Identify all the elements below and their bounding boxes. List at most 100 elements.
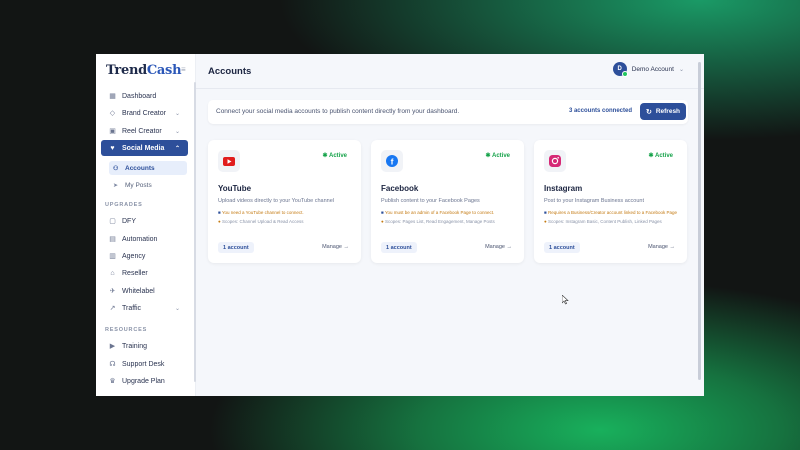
check-circle-icon: ✱ (648, 153, 654, 159)
connected-count: 3 accounts connected (568, 108, 632, 114)
refresh-button[interactable]: ↻ Refresh (640, 103, 686, 120)
key-icon: ● (218, 219, 221, 224)
sidebar-item-label: My Posts (125, 181, 152, 189)
sidebar-item-training[interactable]: ▶ Training (101, 338, 188, 354)
account-count-badge: 1 account (218, 242, 254, 253)
window-scrollbar[interactable] (698, 62, 701, 380)
tag-icon: ◇ (109, 110, 116, 117)
sidebar-item-label: Automation (122, 235, 158, 243)
manage-link[interactable]: Manage → (322, 244, 349, 250)
trending-icon: ↗ (109, 305, 116, 312)
sidebar-subitem-accounts[interactable]: ⚇ Accounts (109, 161, 187, 175)
platform-card-instagram: ✱ Active Instagram Post to your Instagra… (534, 140, 687, 263)
account-name: Demo Account (631, 65, 674, 73)
card-scopes: ● Scopes: Channel Upload & Read Access (218, 219, 304, 224)
crown-icon: ♛ (109, 378, 116, 385)
sidebar-item-upgrade-plan[interactable]: ♛ Upgrade Plan (101, 373, 188, 389)
key-icon: ● (544, 219, 547, 224)
info-banner: Connect your social media accounts to pu… (208, 100, 688, 124)
status-badge: ✱ Active (485, 153, 511, 159)
section-label-upgrades: UPGRADES (105, 202, 143, 208)
sidebar-item-reseller[interactable]: ⌂ Reseller (101, 265, 188, 281)
sidebar-item-label: Brand Creator (122, 109, 166, 117)
sidebar-item-label: DFY (122, 217, 136, 225)
svg-text:f: f (391, 156, 394, 166)
refresh-icon: ↻ (645, 108, 652, 116)
headset-icon: ☊ (109, 361, 116, 368)
header-divider (196, 88, 704, 89)
sidebar-item-label: Accounts (125, 164, 155, 172)
card-note: ■ Requires a Business/Creator account li… (544, 210, 678, 215)
send-icon: ➤ (113, 182, 119, 189)
status-badge: ✱ Active (648, 153, 674, 159)
info-icon: ■ (218, 210, 221, 215)
card-scopes: ● Scopes: Instagram Basic, Content Publi… (544, 219, 662, 224)
grid-icon: ▦ (109, 93, 116, 100)
check-circle-icon: ✱ (485, 153, 491, 159)
card-note: ■ You must be an admin of a Facebook Pag… (381, 210, 495, 215)
chevron-up-icon: ⌃ (174, 145, 180, 152)
account-count-badge: 1 account (544, 242, 580, 253)
card-note: ■ You need a YouTube channel to connect. (218, 210, 304, 215)
sidebar-item-label: Support Desk (122, 360, 165, 368)
heart-icon: ♥ (110, 144, 115, 152)
page-title: Accounts (208, 66, 252, 77)
avatar: D (612, 62, 628, 77)
chevron-down-icon: ⌄ (174, 128, 180, 135)
brand-logo[interactable]: TrendCash (106, 63, 182, 78)
sidebar: TrendCash ≡ ▦ Dashboard ◇ Brand Creator … (96, 54, 196, 396)
sidebar-item-dfy[interactable]: ▢ DFY (101, 213, 188, 229)
sidebar-item-agency[interactable]: ▥ Agency (101, 248, 188, 264)
card-description: Post to your Instagram Business account (544, 198, 644, 204)
manage-link[interactable]: Manage → (648, 244, 675, 250)
chevron-down-icon: ⌄ (678, 66, 684, 73)
mouse-cursor-icon (562, 295, 569, 305)
chevron-down-icon: ⌄ (174, 305, 180, 312)
platform-card-facebook: f ✱ Active Facebook Publish content to y… (371, 140, 524, 263)
platform-card-youtube: ✱ Active YouTube Upload videos directly … (208, 140, 361, 263)
sidebar-item-traffic[interactable]: ↗ Traffic ⌄ (101, 300, 188, 316)
status-badge: ✱ Active (322, 153, 348, 159)
sidebar-item-dashboard[interactable]: ▦ Dashboard (101, 88, 188, 104)
film-icon: ▣ (109, 128, 116, 135)
info-icon: ■ (544, 210, 547, 215)
app-window: TrendCash ≡ ▦ Dashboard ◇ Brand Creator … (96, 54, 704, 396)
facebook-icon: f (381, 150, 403, 172)
sidebar-item-label: Reel Creator (122, 127, 162, 135)
sidebar-item-brand-creator[interactable]: ◇ Brand Creator ⌄ (101, 105, 188, 121)
sidebar-item-label: Agency (122, 252, 146, 260)
cpu-icon: ▤ (109, 236, 116, 243)
sidebar-item-label: Training (122, 342, 148, 350)
menu-toggle-icon[interactable]: ≡ (181, 65, 186, 74)
store-icon: ⌂ (110, 269, 115, 277)
card-description: Publish content to your Facebook Pages (381, 198, 480, 204)
account-menu[interactable]: D Demo Account ⌄ (612, 62, 684, 77)
sidebar-item-label: Reseller (122, 269, 148, 277)
box-icon: ▢ (109, 218, 116, 225)
rocket-icon: ✈ (109, 288, 116, 295)
card-title: YouTube (218, 184, 252, 193)
sidebar-subitem-my-posts[interactable]: ➤ My Posts (109, 178, 187, 192)
users-icon: ⚇ (113, 165, 119, 172)
sidebar-item-support-desk[interactable]: ☊ Support Desk (101, 356, 188, 372)
sidebar-item-whitelabel[interactable]: ✈ Whitelabel (101, 283, 188, 299)
main-content: Accounts D Demo Account ⌄ Connect your s… (196, 54, 704, 396)
manage-link[interactable]: Manage → (485, 244, 512, 250)
section-label-resources: RESOURCES (105, 327, 148, 333)
chevron-down-icon: ⌄ (174, 110, 180, 117)
instagram-icon (544, 150, 566, 172)
sidebar-item-label: Upgrade Plan (122, 377, 165, 385)
info-icon: ■ (381, 210, 384, 215)
video-icon: ▶ (109, 343, 116, 350)
card-scopes: ● Scopes: Pages List, Read Engagement, M… (381, 219, 495, 224)
sidebar-item-reel-creator[interactable]: ▣ Reel Creator ⌄ (101, 123, 188, 139)
card-title: Instagram (544, 184, 583, 193)
check-circle-icon: ✱ (322, 153, 328, 159)
building-icon: ▥ (109, 253, 116, 260)
sidebar-item-automation[interactable]: ▤ Automation (101, 231, 188, 247)
refresh-label: Refresh (655, 108, 681, 115)
card-title: Facebook (381, 184, 419, 193)
card-description: Upload videos directly to your YouTube c… (218, 198, 334, 204)
sidebar-item-label: Dashboard (122, 92, 157, 100)
sidebar-item-social-media[interactable]: ♥ Social Media ⌃ (101, 140, 188, 156)
